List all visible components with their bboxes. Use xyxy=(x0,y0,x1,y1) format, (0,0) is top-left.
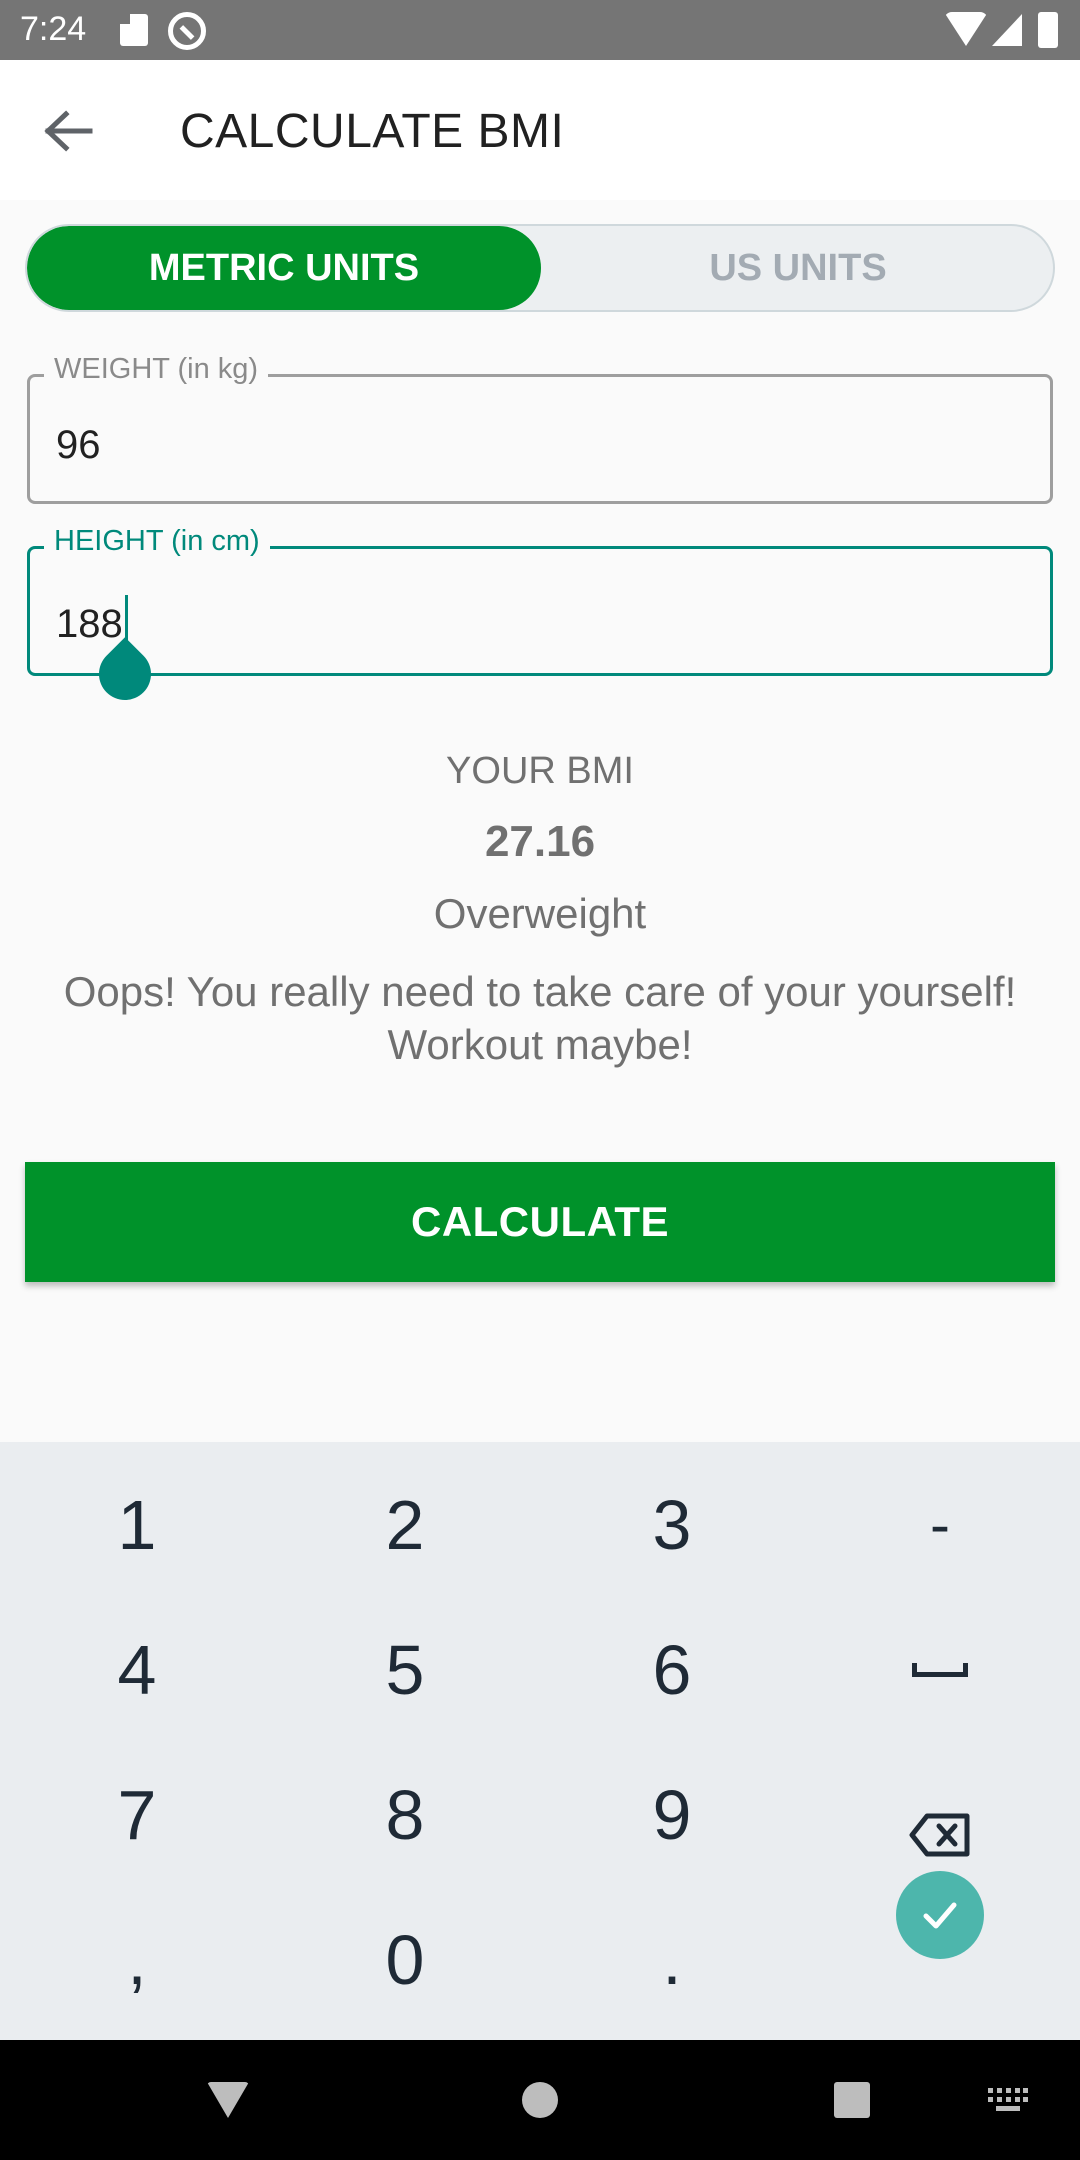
numeric-keyboard: 1 2 3 - 4 5 6 7 8 9 , 0 . xyxy=(0,1442,1080,2040)
key-3[interactable]: 3 xyxy=(537,1452,807,1597)
sd-card-icon xyxy=(120,14,148,46)
key-period[interactable]: . xyxy=(537,1887,807,2032)
navigation-bar xyxy=(0,2040,1080,2160)
status-time: 7:24 xyxy=(20,10,87,48)
battery-icon xyxy=(1038,12,1058,48)
weight-input[interactable]: 96 xyxy=(56,423,101,468)
key-4[interactable]: 4 xyxy=(2,1597,272,1742)
units-toggle: METRIC UNITS US UNITS xyxy=(25,224,1055,312)
key-done[interactable] xyxy=(805,1842,1075,1987)
key-0[interactable]: 0 xyxy=(270,1887,540,2032)
key-comma[interactable]: , xyxy=(2,1887,272,2032)
height-field[interactable]: HEIGHT (in cm) 188 xyxy=(27,525,1053,676)
tab-metric-units[interactable]: METRIC UNITS xyxy=(27,226,541,310)
key-minus[interactable]: - xyxy=(805,1452,1075,1597)
do-not-disturb-icon xyxy=(168,12,206,50)
bmi-value: 27.16 xyxy=(484,817,596,866)
weight-field[interactable]: WEIGHT (in kg) 96 xyxy=(27,353,1053,504)
bmi-message: Oops! You really need to take care of yo… xyxy=(63,968,1017,1068)
key-5[interactable]: 5 xyxy=(270,1597,540,1742)
backspace-icon xyxy=(909,1793,971,1856)
key-6[interactable]: 6 xyxy=(537,1597,807,1742)
key-9[interactable]: 9 xyxy=(537,1742,807,1887)
app-bar: CALCULATE BMI xyxy=(0,60,1080,200)
bmi-status: Overweight xyxy=(433,890,647,937)
done-check-icon xyxy=(896,1870,984,1959)
key-space[interactable] xyxy=(805,1597,1075,1742)
wifi-icon xyxy=(944,12,988,46)
height-input-text: 188 xyxy=(56,602,123,646)
space-icon xyxy=(912,1662,968,1677)
status-bar: 7:24 xyxy=(0,0,1080,60)
arrow-left-icon[interactable] xyxy=(40,106,100,156)
key-2[interactable]: 2 xyxy=(270,1452,540,1597)
tab-us-units[interactable]: US UNITS xyxy=(541,226,1053,310)
calculate-button[interactable]: CALCULATE xyxy=(25,1162,1055,1282)
weight-field-label: WEIGHT (in kg) xyxy=(44,353,269,386)
nav-recents-icon[interactable] xyxy=(834,2082,870,2118)
key-1[interactable]: 1 xyxy=(2,1452,272,1597)
height-input[interactable]: 188 xyxy=(56,595,128,647)
nav-home-icon[interactable] xyxy=(522,2082,558,2118)
keyboard-switch-icon[interactable] xyxy=(988,2088,1028,2112)
key-8[interactable]: 8 xyxy=(270,1742,540,1887)
key-7[interactable]: 7 xyxy=(2,1742,272,1887)
height-field-label: HEIGHT (in cm) xyxy=(44,525,270,558)
bmi-heading: YOUR BMI xyxy=(446,750,634,792)
nav-back-icon[interactable] xyxy=(207,2082,249,2118)
signal-icon xyxy=(992,14,1022,46)
page-title: CALCULATE BMI xyxy=(180,105,565,158)
